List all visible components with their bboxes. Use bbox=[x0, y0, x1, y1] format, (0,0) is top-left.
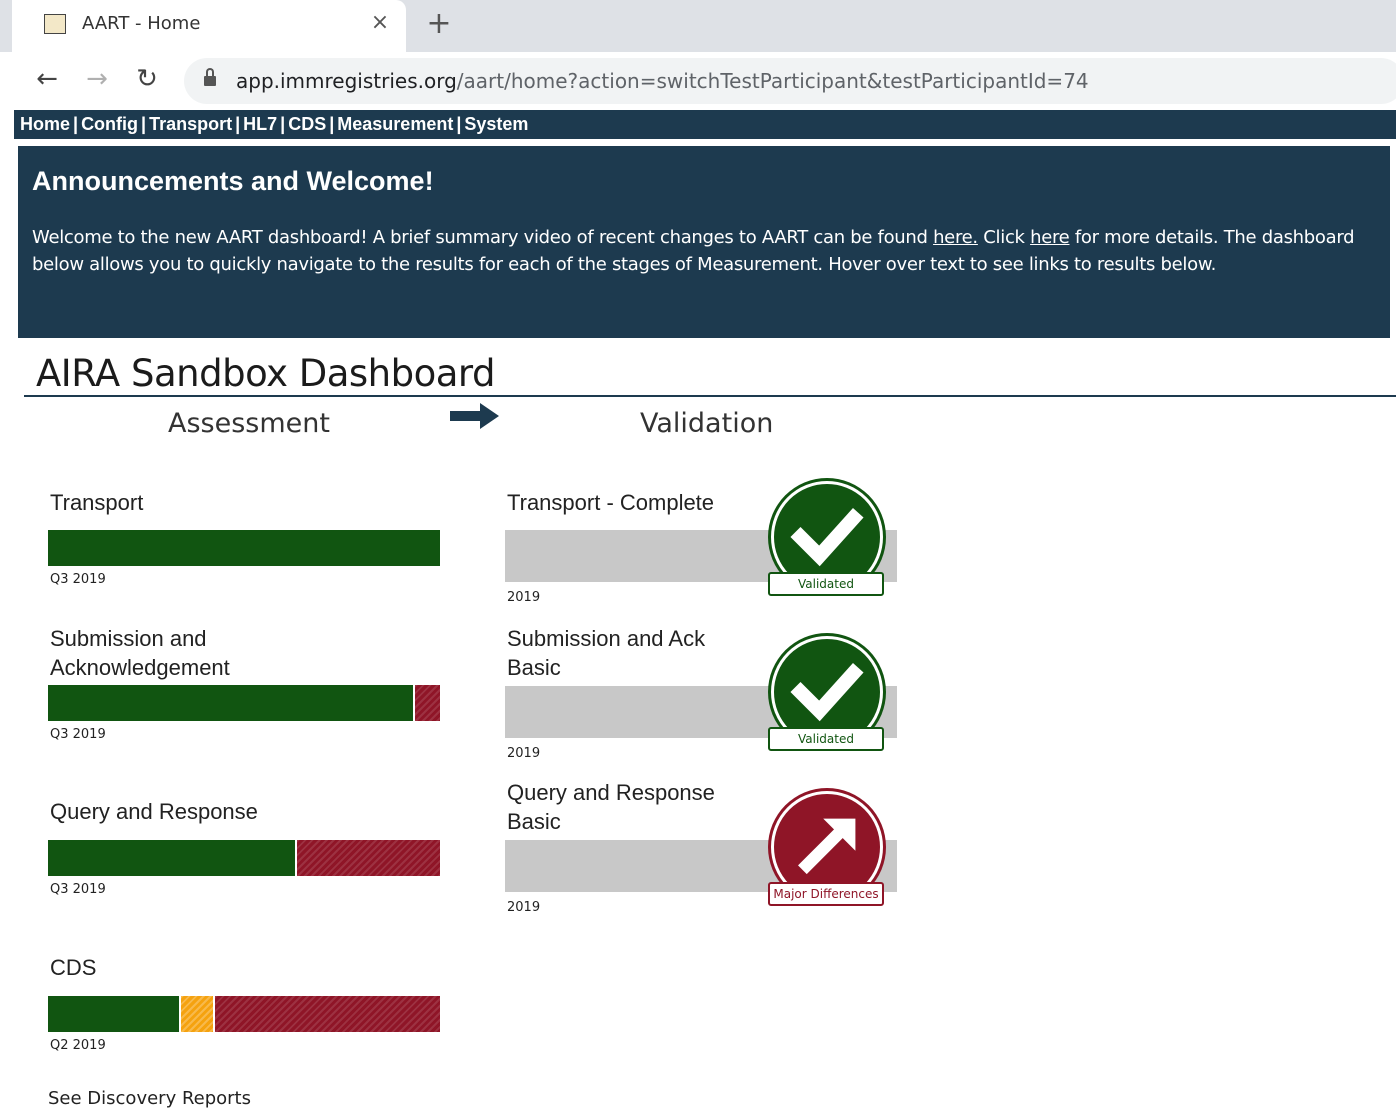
validation-year-submission: 2019 bbox=[507, 746, 541, 761]
browser-toolbar: ← → ↻ app.immregistries.org/aart/home?ac… bbox=[0, 52, 1396, 110]
nav-hl7[interactable]: HL7 bbox=[243, 114, 277, 134]
bar-segment-green[interactable] bbox=[48, 685, 413, 721]
details-link[interactable]: here bbox=[1030, 227, 1070, 248]
status-badge-transport: Validated bbox=[768, 572, 884, 596]
bar-segment-red[interactable] bbox=[294, 840, 440, 876]
validation-label-submission[interactable]: Submission and Ack Basic bbox=[507, 624, 747, 682]
see-discovery-reports-link[interactable]: See Discovery Reports bbox=[48, 1088, 251, 1109]
bar-segment-green[interactable] bbox=[48, 840, 295, 876]
assessment-bar-query[interactable] bbox=[48, 840, 440, 876]
nav-home[interactable]: Home bbox=[20, 114, 70, 134]
lock-icon[interactable] bbox=[204, 68, 216, 87]
announcements-text: Welcome to the new AART dashboard! A bri… bbox=[32, 227, 1355, 275]
bar-segment-green[interactable] bbox=[48, 530, 440, 566]
status-badge-query: Major Differences bbox=[768, 882, 884, 906]
assessment-quarter-transport: Q3 2019 bbox=[50, 572, 106, 587]
validation-label-transport[interactable]: Transport - Complete bbox=[507, 488, 714, 517]
nav-measurement[interactable]: Measurement bbox=[337, 114, 453, 134]
assessment-bar-transport[interactable] bbox=[48, 530, 440, 566]
assessment-label-transport[interactable]: Transport bbox=[50, 488, 143, 517]
bar-segment-orange[interactable] bbox=[179, 996, 213, 1032]
assessment-label-submission[interactable]: Submission and Acknowledgement bbox=[50, 624, 310, 682]
assessment-label-query[interactable]: Query and Response bbox=[50, 797, 258, 826]
app-nav-bar: Home | Config | Transport | HL7 | CDS | Measuremen… bbox=[14, 110, 1396, 139]
assessment-quarter-query: Q3 2019 bbox=[50, 882, 106, 897]
nav-transport[interactable]: Transport bbox=[149, 114, 232, 134]
bar-segment-red[interactable] bbox=[412, 685, 440, 721]
nav-cds[interactable]: CDS bbox=[288, 114, 326, 134]
new-tab-icon[interactable]: + bbox=[424, 6, 454, 42]
announcements-panel: Announcements and Welcome! Welcome to th… bbox=[18, 146, 1390, 338]
nav-config[interactable]: Config bbox=[81, 114, 138, 134]
assessment-bar-cds[interactable] bbox=[48, 996, 440, 1032]
status-badge-submission: Validated bbox=[768, 727, 884, 751]
favicon-icon bbox=[44, 14, 66, 34]
announcements-title: Announcements and Welcome! bbox=[32, 166, 434, 196]
browser-tab[interactable]: AART - Home × bbox=[12, 0, 406, 52]
dashboard-title: AIRA Sandbox Dashboard bbox=[36, 352, 495, 395]
dashboard-divider bbox=[24, 395, 1396, 397]
forward-arrow-icon[interactable]: → bbox=[80, 62, 114, 96]
assessment-quarter-submission: Q3 2019 bbox=[50, 727, 106, 742]
arrow-right-icon bbox=[450, 403, 499, 429]
back-arrow-icon[interactable]: ← bbox=[30, 62, 64, 96]
validation-heading: Validation bbox=[640, 408, 774, 439]
assessment-heading: Assessment bbox=[168, 408, 330, 439]
close-icon[interactable]: × bbox=[368, 10, 392, 38]
assessment-quarter-cds: Q2 2019 bbox=[50, 1038, 106, 1053]
address-bar[interactable]: app.immregistries.org/aart/home?action=s… bbox=[184, 58, 1396, 104]
video-link[interactable]: here. bbox=[933, 227, 978, 248]
browser-tabstrip: AART - Home × + bbox=[0, 0, 1396, 52]
validation-year-query: 2019 bbox=[507, 900, 541, 915]
bar-segment-red[interactable] bbox=[212, 996, 440, 1032]
nav-system[interactable]: System bbox=[464, 114, 528, 134]
reload-icon[interactable]: ↻ bbox=[130, 62, 164, 96]
bar-segment-green[interactable] bbox=[48, 996, 180, 1032]
assessment-label-cds[interactable]: CDS bbox=[50, 953, 96, 982]
tab-title: AART - Home bbox=[82, 13, 201, 34]
validation-year-transport: 2019 bbox=[507, 590, 541, 605]
url-text[interactable]: app.immregistries.org/aart/home?action=s… bbox=[236, 69, 1089, 93]
assessment-bar-submission[interactable] bbox=[48, 685, 440, 721]
validation-label-query[interactable]: Query and Response Basic bbox=[507, 778, 747, 836]
